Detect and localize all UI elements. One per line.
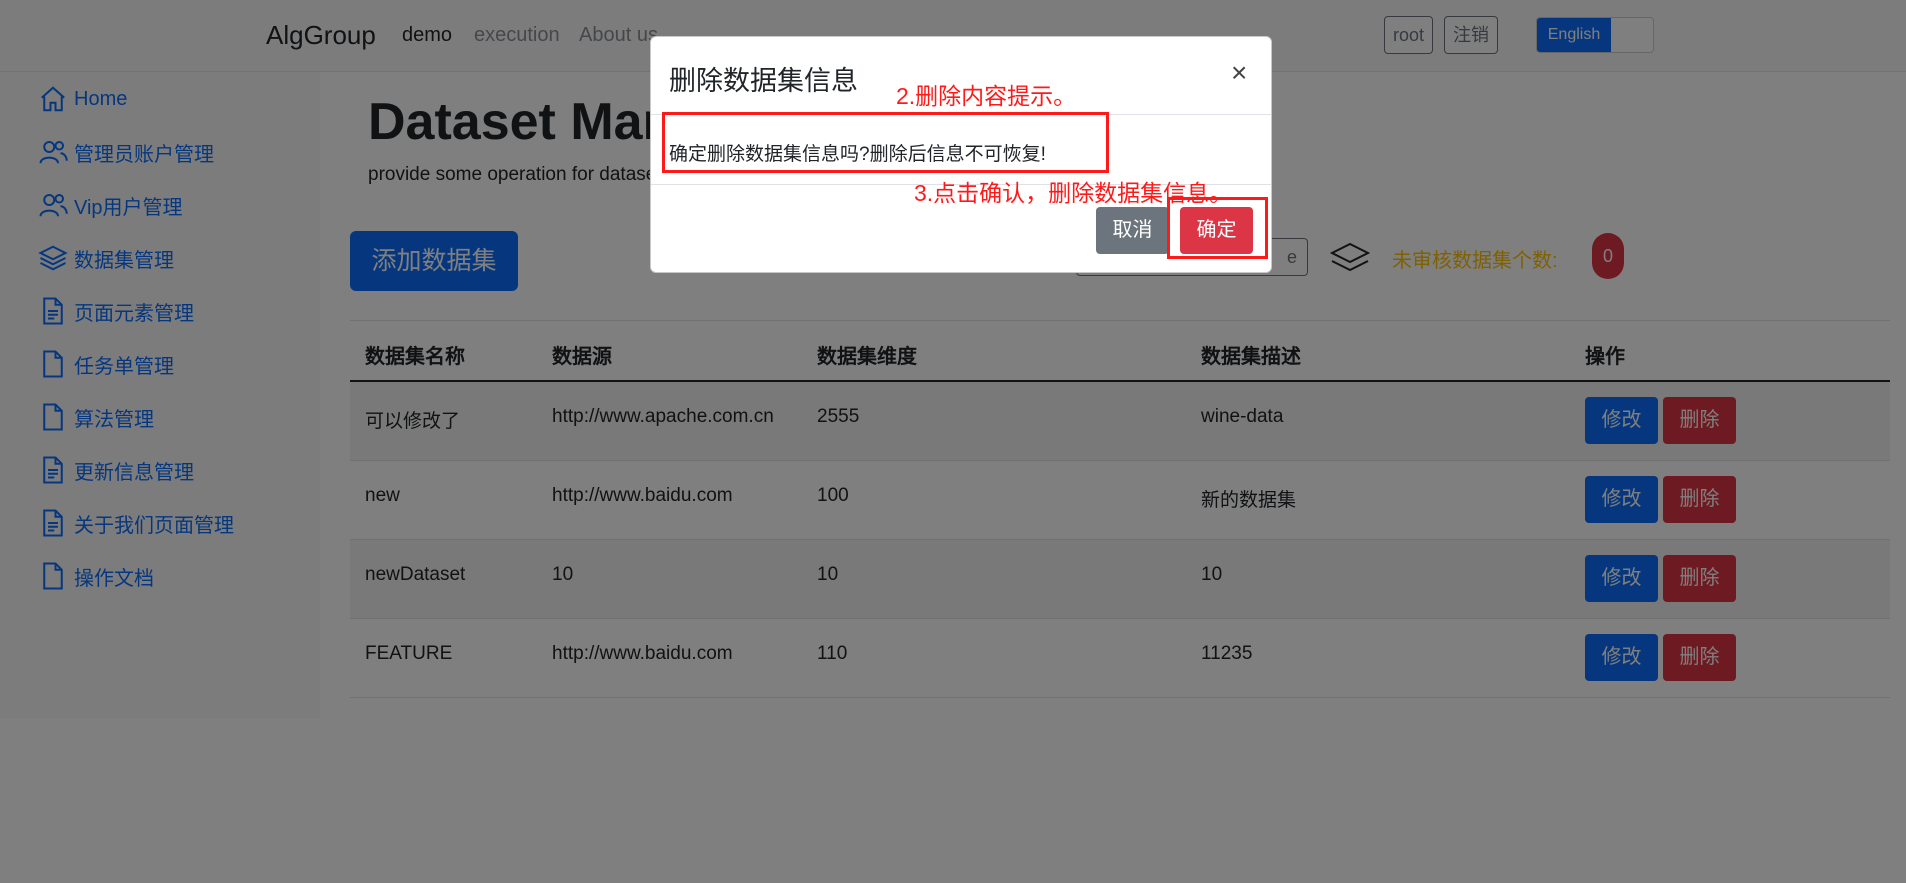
modal-title: 删除数据集信息 xyxy=(669,66,858,96)
annotation-step3: 3.点击确认，删除数据集信息。 xyxy=(914,180,1233,206)
app-root: AlgGroup demo execution About us root 注销… xyxy=(0,0,1906,883)
cancel-button[interactable]: 取消 xyxy=(1096,207,1169,254)
annotation-box-message xyxy=(662,112,1109,173)
annotation-step2: 2.删除内容提示。 xyxy=(896,83,1077,109)
close-icon[interactable]: × xyxy=(1231,59,1247,87)
